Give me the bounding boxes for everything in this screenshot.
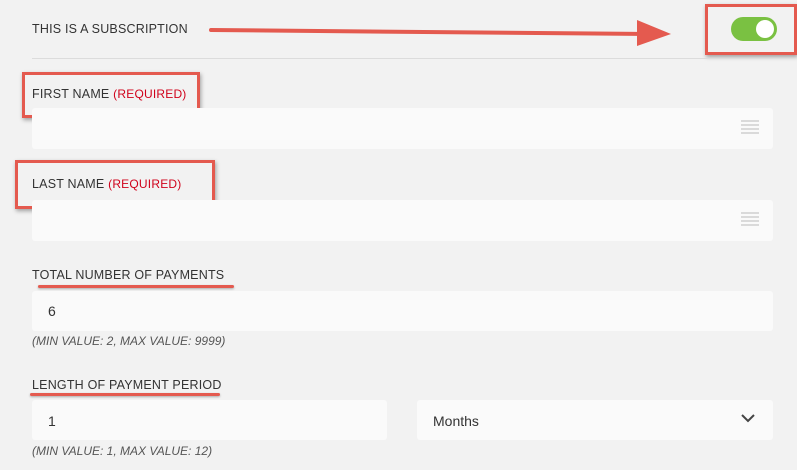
contact-card-icon — [741, 120, 759, 136]
subscription-toggle[interactable] — [731, 17, 777, 41]
last-name-required: (REQUIRED) — [108, 177, 182, 191]
payment-period-helper: (MIN VALUE: 1, MAX VALUE: 12) — [32, 444, 213, 458]
annotation-arrow — [209, 20, 671, 46]
first-name-label: FIRST NAME (REQUIRED) — [32, 87, 187, 101]
total-payments-field[interactable]: 6 — [32, 291, 773, 331]
payment-period-label: LENGTH OF PAYMENT PERIOD — [32, 378, 222, 392]
first-name-required: (REQUIRED) — [113, 87, 187, 101]
toggle-knob — [756, 20, 774, 38]
total-payments-underline — [38, 285, 234, 288]
first-name-field[interactable] — [32, 108, 773, 149]
payment-period-field[interactable]: 1 — [32, 400, 387, 440]
total-payments-helper: (MIN VALUE: 2, MAX VALUE: 9999) — [32, 334, 226, 348]
contact-card-icon — [741, 212, 759, 228]
last-name-label: LAST NAME (REQUIRED) — [32, 177, 181, 191]
payment-period-value: 1 — [48, 413, 56, 429]
subscription-label: THIS IS A SUBSCRIPTION — [32, 22, 188, 36]
divider — [32, 58, 773, 59]
total-payments-value: 6 — [48, 303, 56, 319]
total-payments-label: TOTAL NUMBER OF PAYMENTS — [32, 268, 225, 282]
chevron-down-icon — [741, 414, 755, 423]
payment-period-unit-select[interactable]: Months — [417, 400, 773, 440]
first-name-label-text: FIRST NAME — [32, 87, 110, 101]
payment-period-unit-value: Months — [433, 413, 479, 429]
last-name-field[interactable] — [32, 200, 773, 241]
last-name-label-text: LAST NAME — [32, 177, 105, 191]
payment-period-underline — [30, 393, 220, 396]
